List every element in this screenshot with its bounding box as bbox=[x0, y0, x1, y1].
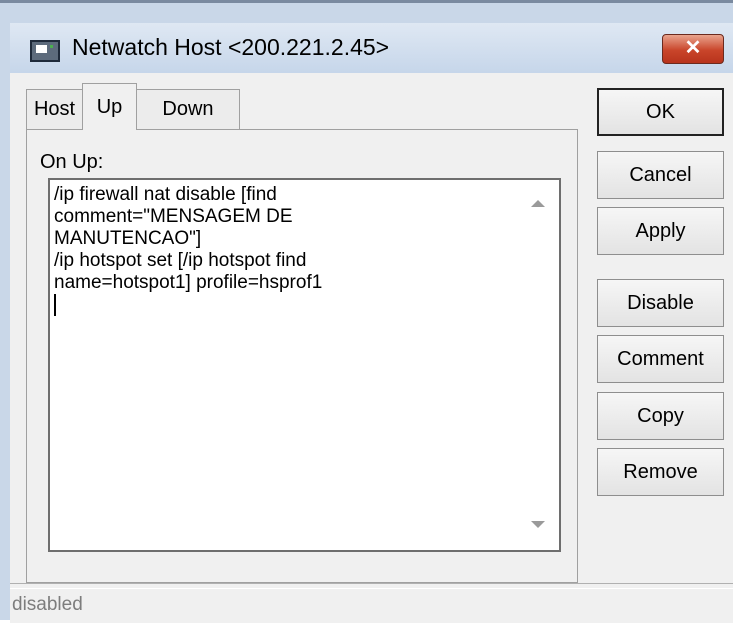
title-bar[interactable]: Netwatch Host <200.221.2.45> ✕ bbox=[10, 23, 733, 73]
disable-button[interactable]: Disable bbox=[597, 279, 724, 327]
tab-up[interactable]: Up bbox=[82, 83, 137, 130]
status-divider bbox=[10, 588, 733, 589]
text-caret bbox=[54, 294, 56, 316]
window-title: Netwatch Host <200.221.2.45> bbox=[72, 34, 390, 60]
scroll-down-arrow-icon[interactable] bbox=[531, 521, 545, 528]
copy-button[interactable]: Copy bbox=[597, 392, 724, 440]
status-text: disabled bbox=[12, 594, 83, 615]
netwatch-host-window: Netwatch Host <200.221.2.45> ✕ Host Up D… bbox=[0, 0, 733, 623]
comment-button[interactable]: Comment bbox=[597, 335, 724, 383]
on-up-script-textarea[interactable]: /ip firewall nat disable [find comment="… bbox=[48, 178, 561, 552]
app-window-icon bbox=[30, 40, 60, 62]
remove-button[interactable]: Remove bbox=[597, 448, 724, 496]
status-bar: disabled bbox=[10, 583, 733, 623]
dialog-body: Host Up Down On Up: /ip firewall nat dis… bbox=[10, 73, 733, 623]
vertical-scrollbar[interactable] bbox=[515, 180, 559, 550]
on-up-label: On Up: bbox=[40, 151, 104, 173]
tab-down[interactable]: Down bbox=[136, 89, 240, 129]
tab-host[interactable]: Host bbox=[26, 89, 83, 129]
scroll-up-arrow-icon[interactable] bbox=[531, 200, 545, 207]
close-button[interactable]: ✕ bbox=[662, 34, 724, 64]
ok-button[interactable]: OK bbox=[597, 88, 724, 136]
cancel-button[interactable]: Cancel bbox=[597, 151, 724, 199]
apply-button[interactable]: Apply bbox=[597, 207, 724, 255]
up-tab-panel: On Up: /ip firewall nat disable [find co… bbox=[26, 129, 578, 583]
on-up-script-value: /ip firewall nat disable [find comment="… bbox=[54, 184, 323, 293]
on-up-script-text[interactable]: /ip firewall nat disable [find comment="… bbox=[54, 184, 509, 316]
